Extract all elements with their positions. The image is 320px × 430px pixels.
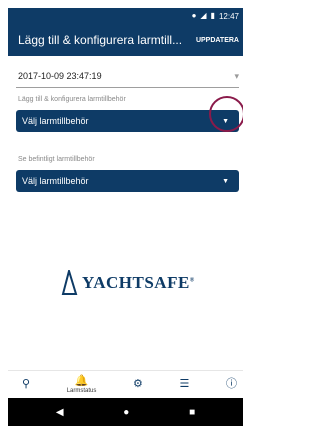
yachtsafe-logo: YACHTSAFE® [60,270,195,296]
phone-screen: ● ◢ ▮ 12:47 Lägg till & konfigurera larm… [0,0,243,430]
nav-alarm-status[interactable]: 🔔 Larmstatus [66,374,97,394]
location-pin-icon: ⚲ [22,378,31,390]
list-icon: ☰ [179,378,190,390]
update-button[interactable]: UPPDATERA [196,37,243,44]
datetime-selector[interactable]: 2017-10-09 23:47:19 ▾ [18,68,239,84]
existing-accessory-dropdown-value: Välj larmtillbehör [22,176,89,186]
recents-icon[interactable]: ■ [189,407,195,418]
page-title: Lägg till & konfigurera larmtill... [18,33,183,47]
tap-indicator-circle [209,96,243,132]
chevron-down-icon: ▼ [222,177,229,185]
signal-icon: ◢ [200,11,207,20]
datetime-value: 2017-10-09 23:47:19 [18,71,102,81]
nav-list[interactable]: ☰ [180,379,190,390]
system-navigation-bar: ◀ ● ■ [8,398,243,426]
existing-section-label: Se befintligt larmtillbehör [18,156,95,163]
info-icon: ⓘ [226,378,237,390]
datetime-underline [16,87,239,88]
logo-text: YACHTSAFE® [82,273,195,292]
nav-alarm-status-label: Larmstatus [66,387,97,394]
nav-settings[interactable]: ⚙ [133,379,143,390]
nav-location[interactable]: ⚲ [22,379,30,390]
status-time: 12:47 [218,11,239,21]
home-icon[interactable]: ● [123,407,129,418]
gear-icon: ⚙ [133,378,143,390]
add-accessory-dropdown[interactable]: Välj larmtillbehör ▼ [16,110,239,132]
caret-down-icon: ▾ [234,70,239,81]
sail-icon [61,270,78,295]
bell-icon: 🔔 [74,374,89,387]
app-bar: Lägg till & konfigurera larmtill... UPPD… [8,24,243,56]
existing-accessory-dropdown[interactable]: Välj larmtillbehör ▼ [16,170,239,192]
bottom-margin [8,426,243,430]
location-icon: ● [191,11,197,20]
left-margin [0,0,8,430]
back-icon[interactable]: ◀ [56,407,64,418]
nav-info[interactable]: ⓘ [226,379,237,390]
add-section-label: Lägg till & konfigurera larmtillbehör [18,96,126,103]
add-accessory-dropdown-value: Välj larmtillbehör [22,116,89,126]
main-content: 2017-10-09 23:47:19 ▾ Lägg till & konfig… [8,56,243,375]
status-bar: ● ◢ ▮ 12:47 [8,8,243,24]
bottom-navigation: ⚲ 🔔 Larmstatus ⚙ ☰ ⓘ [8,370,243,398]
battery-icon: ▮ [210,11,215,20]
